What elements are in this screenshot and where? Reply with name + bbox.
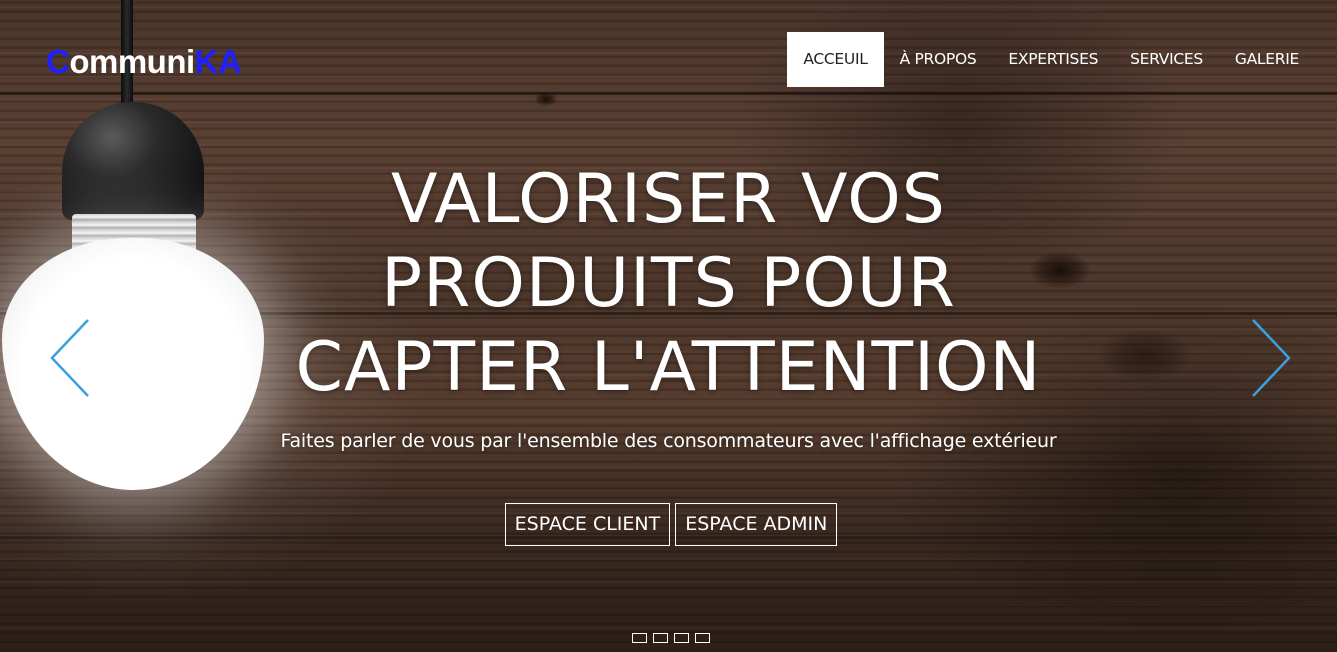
hero-subtitle: Faites parler de vous par l'ensemble des… [280,430,1057,452]
headline-line: CAPTER L'ATTENTION [295,328,1042,407]
carousel-indicator[interactable] [653,633,668,643]
carousel-indicator[interactable] [632,633,647,643]
headline-line: VALORISER VOS [391,160,946,239]
logo-text: ommuni [69,43,195,80]
espace-client-button[interactable]: ESPACE CLIENT [504,503,671,546]
wood-knot [535,92,557,106]
carousel-indicator[interactable] [674,633,689,643]
espace-admin-button[interactable]: ESPACE ADMIN [675,503,838,546]
logo-ka: KA [194,43,242,80]
main-nav: ACCEUIL À PROPOS EXPERTISES SERVICES GAL… [787,32,1315,87]
nav-item-expertises[interactable]: EXPERTISES [992,32,1114,87]
carousel-next-button[interactable] [1249,318,1293,398]
carousel-indicators [632,633,710,643]
chevron-left-icon [50,319,89,397]
carousel-prev-button[interactable] [48,318,92,398]
cta-group: ESPACE CLIENT ESPACE ADMIN [0,503,1337,546]
site-logo[interactable]: CommuniKA [46,40,242,84]
carousel-indicator[interactable] [695,633,710,643]
hero-headline: VALORISER VOS PRODUITS POUR CAPTER L'ATT… [0,158,1337,410]
nav-item-services[interactable]: SERVICES [1114,32,1219,87]
nav-item-galerie[interactable]: GALERIE [1219,32,1315,87]
hero-carousel: CommuniKA ACCEUIL À PROPOS EXPERTISES SE… [0,0,1337,652]
logo-letter-c: C [46,43,70,80]
headline-line: PRODUITS POUR [381,244,956,323]
chevron-right-icon [1252,319,1291,397]
wood-plank-seam [0,92,1337,95]
nav-item-accueil[interactable]: ACCEUIL [787,32,884,87]
nav-item-a-propos[interactable]: À PROPOS [884,32,993,87]
